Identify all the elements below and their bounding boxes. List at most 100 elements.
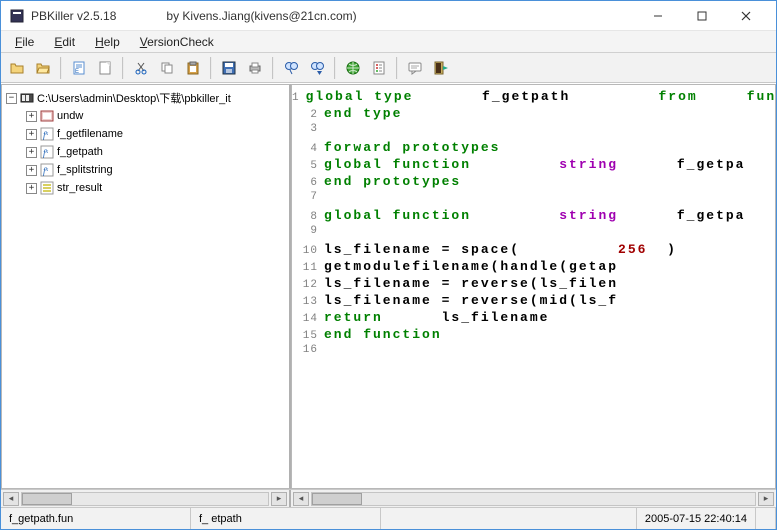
exit-icon[interactable] (429, 56, 453, 80)
line-number: 3 (292, 123, 324, 135)
code-line[interactable]: 13ls_filename = reverse(mid(ls_f (292, 293, 775, 310)
code-line[interactable]: 9 (292, 225, 775, 242)
expander-icon[interactable]: + (26, 165, 37, 176)
hscroll-area: ◂ ▸ ◂ ▸ (1, 489, 776, 507)
close-button[interactable] (724, 2, 768, 30)
line-number: 1 (292, 92, 306, 104)
tree-hscroll[interactable]: ◂ ▸ (1, 490, 291, 507)
menubar: File Edit Help VersionCheck (1, 31, 776, 53)
menu-help[interactable]: Help (87, 33, 128, 51)
statusbar: f_getpath.fun f_ etpath 2005-07-15 22:40… (1, 507, 776, 529)
expander-icon[interactable]: + (26, 111, 37, 122)
toolbar-separator (334, 57, 336, 79)
tree-root[interactable]: − C:\Users\admin\Desktop\下载\pbkiller_it (4, 89, 287, 107)
line-number: 7 (292, 191, 324, 203)
code-line[interactable]: 12ls_filename = reverse(ls_filen (292, 276, 775, 293)
line-number: 10 (292, 245, 324, 257)
scroll-left-icon[interactable]: ◂ (293, 492, 309, 506)
code-text: end function (324, 327, 442, 342)
menu-edit[interactable]: Edit (46, 33, 83, 51)
code-line[interactable]: 7 (292, 191, 775, 208)
status-date: 2005-07-15 22:40:14 (637, 508, 756, 529)
menu-file[interactable]: File (7, 33, 42, 51)
cut-icon[interactable] (129, 56, 153, 80)
toolbar-separator (210, 57, 212, 79)
web-icon[interactable] (341, 56, 365, 80)
expander-icon[interactable]: − (6, 93, 17, 104)
tree-item[interactable]: +fxf_getpath (4, 143, 287, 161)
status-filename: f_getpath.fun (1, 508, 191, 529)
scroll-track[interactable] (21, 492, 269, 506)
tree-item[interactable]: +fxf_splitstring (4, 161, 287, 179)
code-line[interactable]: 4forward prototypes (292, 140, 775, 157)
expander-icon[interactable]: + (26, 129, 37, 140)
code-text: end type (324, 106, 402, 121)
scroll-left-icon[interactable]: ◂ (3, 492, 19, 506)
code-line[interactable]: 8global function string f_getpa (292, 208, 775, 225)
expander-icon[interactable]: + (26, 183, 37, 194)
code-line[interactable]: 15end function (292, 327, 775, 344)
code-line[interactable]: 10ls_filename = space( 256 ) (292, 242, 775, 259)
code-line[interactable]: 1global type f_getpath from fun (292, 89, 775, 106)
tree-label: f_getfilename (57, 128, 123, 140)
tree-label: C:\Users\admin\Desktop\下载\pbkiller_it (37, 90, 231, 106)
save-icon[interactable] (217, 56, 241, 80)
options-icon[interactable] (367, 56, 391, 80)
code-hscroll[interactable]: ◂ ▸ (291, 490, 776, 507)
scroll-right-icon[interactable]: ▸ (758, 492, 774, 506)
line-number: 15 (292, 330, 324, 342)
window-title: PBKiller v2.5.18 (31, 9, 116, 23)
struct-icon (39, 180, 55, 196)
window-author: by Kivens.Jiang(kivens@21cn.com) (166, 9, 356, 23)
code-line[interactable]: 5global function string f_getpa (292, 157, 775, 174)
open-icon[interactable] (5, 56, 29, 80)
code-line[interactable]: 2end type (292, 106, 775, 123)
scroll-thumb[interactable] (22, 493, 72, 505)
scroll-track[interactable] (311, 492, 756, 506)
expander-icon[interactable]: + (26, 147, 37, 158)
toolbar-separator (122, 57, 124, 79)
svg-text:E: E (75, 69, 79, 75)
line-number: 11 (292, 262, 324, 274)
undw-icon (39, 108, 55, 124)
copy-icon[interactable] (155, 56, 179, 80)
line-number: 16 (292, 344, 324, 356)
line-number: 9 (292, 225, 324, 237)
paste-icon[interactable] (181, 56, 205, 80)
status-grip (756, 508, 776, 529)
status-object: f_ etpath (191, 508, 381, 529)
code-line[interactable]: 6end prototypes (292, 174, 775, 191)
func-icon: fx (39, 162, 55, 178)
tree-label: f_getpath (57, 146, 103, 158)
minimize-button[interactable] (636, 2, 680, 30)
code-line[interactable]: 11getmodulefilename(handle(getap (292, 259, 775, 276)
scroll-thumb[interactable] (312, 493, 362, 505)
find-next-icon[interactable] (305, 56, 329, 80)
toolbar-separator (60, 57, 62, 79)
comment-icon[interactable] (403, 56, 427, 80)
tree-item[interactable]: + str_result (4, 179, 287, 197)
new-icon[interactable] (93, 56, 117, 80)
menu-versioncheck[interactable]: VersionCheck (132, 33, 222, 51)
code-text: forward prototypes (324, 140, 500, 155)
find-icon[interactable] (279, 56, 303, 80)
code-pane[interactable]: 1global type f_getpath from fun2end type… (291, 84, 776, 489)
func-icon: fx (39, 126, 55, 142)
open-alt-icon[interactable] (31, 56, 55, 80)
code-text: ls_filename = reverse(ls_filen (324, 276, 618, 291)
print-icon[interactable] (243, 56, 267, 80)
scroll-right-icon[interactable]: ▸ (271, 492, 287, 506)
code-line[interactable]: 16 (292, 344, 775, 361)
tree-item[interactable]: +undw (4, 107, 287, 125)
toolbar: E (1, 53, 776, 83)
tree-pane[interactable]: − C:\Users\admin\Desktop\下载\pbkiller_it+u… (1, 84, 291, 489)
tree-label: str_result (57, 182, 102, 194)
maximize-button[interactable] (680, 2, 724, 30)
code-line[interactable]: 14return ls_filename (292, 310, 775, 327)
document-icon[interactable]: E (67, 56, 91, 80)
tree-item[interactable]: +fxf_getfilename (4, 125, 287, 143)
code-text: end prototypes (324, 174, 461, 189)
func-icon: fx (39, 144, 55, 160)
tree-label: f_splitstring (57, 164, 113, 176)
code-line[interactable]: 3 (292, 123, 775, 140)
